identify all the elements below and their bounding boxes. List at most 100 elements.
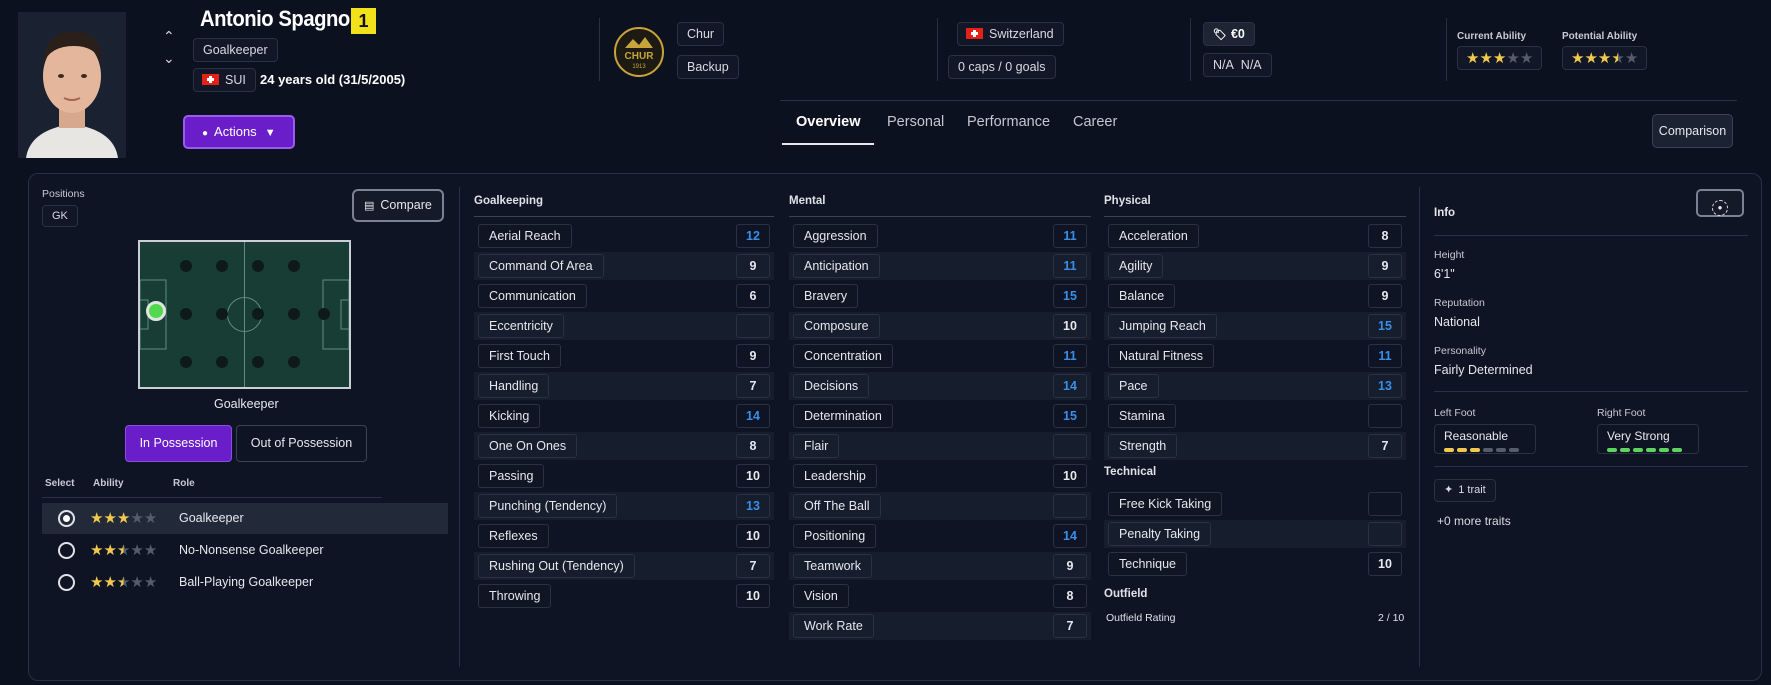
attribute-row[interactable]: Punching (Tendency) 13 xyxy=(474,492,774,520)
next-player-arrow[interactable]: ⌄ xyxy=(163,50,175,67)
foot-level-bar xyxy=(1509,448,1519,452)
attribute-row[interactable]: Anticipation 11 xyxy=(789,252,1091,280)
out-of-possession-toggle[interactable]: Out of Possession xyxy=(236,425,367,462)
attribute-row[interactable]: Balance 9 xyxy=(1104,282,1406,310)
attribute-row[interactable]: Flair xyxy=(789,432,1091,460)
attribute-name: Throwing xyxy=(478,584,552,608)
foot-level-bar xyxy=(1457,448,1467,452)
attribute-row[interactable]: Work Rate 7 xyxy=(789,612,1091,640)
attribute-value: 13 xyxy=(736,494,770,518)
traits-chip[interactable]: ✦ 1 trait xyxy=(1434,479,1496,502)
position-dot xyxy=(216,356,228,368)
player-name: Antonio Spagnoli xyxy=(200,6,361,31)
role-row[interactable]: ★★★★★ No-Nonsense Goalkeeper xyxy=(42,535,448,566)
role-radio[interactable] xyxy=(58,542,75,559)
attribute-row[interactable]: Reflexes 10 xyxy=(474,522,774,550)
column-divider xyxy=(1104,216,1406,217)
profile-icon-button[interactable]: ● xyxy=(1696,189,1744,217)
role-name: No-Nonsense Goalkeeper xyxy=(179,543,324,557)
attribute-row[interactable]: Command Of Area 9 xyxy=(474,252,774,280)
reputation-value: National xyxy=(1434,315,1480,329)
role-row[interactable]: ★★★★★ Ball-Playing Goalkeeper xyxy=(42,567,448,598)
position-dot xyxy=(252,308,264,320)
compare-button[interactable]: ▤ Compare xyxy=(352,189,444,222)
attribute-row[interactable]: Penalty Taking xyxy=(1104,520,1406,548)
attribute-value: 10 xyxy=(1053,314,1087,338)
actions-button[interactable]: ● Actions ▼ xyxy=(183,115,295,149)
role-radio[interactable] xyxy=(58,574,75,591)
outfield-title: Outfield xyxy=(1104,588,1148,600)
attribute-value: 10 xyxy=(1053,464,1087,488)
club-name-chip[interactable]: Chur xyxy=(677,22,725,46)
attribute-row[interactable]: Aggression 11 xyxy=(789,222,1091,250)
potential-ability-label: Potential Ability xyxy=(1562,31,1638,42)
goalkeeping-title: Goalkeeping xyxy=(474,195,544,207)
attribute-row[interactable]: Free Kick Taking xyxy=(1104,490,1406,518)
nation-chip[interactable]: Switzerland xyxy=(957,22,1064,46)
attribute-row[interactable]: Throwing 10 xyxy=(474,582,774,610)
attribute-name: Passing xyxy=(478,464,545,488)
attribute-row[interactable]: Natural Fitness 11 xyxy=(1104,342,1406,370)
attribute-name: Vision xyxy=(793,584,849,608)
attribute-value: 13 xyxy=(1368,374,1402,398)
attribute-row[interactable]: Determination 15 xyxy=(789,402,1091,430)
attribute-row[interactable]: Passing 10 xyxy=(474,462,774,490)
attribute-row[interactable]: Decisions 14 xyxy=(789,372,1091,400)
attribute-row[interactable]: Eccentricity xyxy=(474,312,774,340)
actions-label: Actions xyxy=(214,124,257,139)
attribute-row[interactable]: Leadership 10 xyxy=(789,462,1091,490)
attribute-value: 7 xyxy=(736,554,770,578)
mental-title: Mental xyxy=(789,195,826,207)
attribute-row[interactable]: Handling 7 xyxy=(474,372,774,400)
attribute-row[interactable]: Composure 10 xyxy=(789,312,1091,340)
player-value: €0 xyxy=(1230,27,1245,41)
attribute-row[interactable]: Positioning 14 xyxy=(789,522,1091,550)
attribute-row[interactable]: Kicking 14 xyxy=(474,402,774,430)
info-title: Info xyxy=(1434,207,1456,219)
role-radio[interactable] xyxy=(58,510,75,527)
role-row[interactable]: ★★★★★ Goalkeeper xyxy=(42,503,448,534)
attribute-row[interactable]: One On Ones 8 xyxy=(474,432,774,460)
attribute-row[interactable]: Agility 9 xyxy=(1104,252,1406,280)
attribute-name: Aerial Reach xyxy=(478,224,572,248)
wage-chip: N/A N/A xyxy=(1203,53,1272,77)
attribute-row[interactable]: Off The Ball xyxy=(789,492,1091,520)
attribute-row[interactable]: Vision 8 xyxy=(789,582,1091,610)
tab-career[interactable]: Career xyxy=(1073,114,1117,130)
in-possession-toggle[interactable]: In Possession xyxy=(125,425,232,462)
tab-performance[interactable]: Performance xyxy=(967,114,1050,130)
role-stars: ★★★★★ xyxy=(90,510,158,527)
attribute-row[interactable]: Jumping Reach 15 xyxy=(1104,312,1406,340)
attribute-row[interactable]: Aerial Reach 12 xyxy=(474,222,774,250)
tab-personal[interactable]: Personal xyxy=(887,114,944,130)
foot-level-bar xyxy=(1607,448,1617,452)
attribute-row[interactable]: First Touch 9 xyxy=(474,342,774,370)
outfield-rating-label: Outfield Rating xyxy=(1106,612,1176,624)
tab-overview[interactable]: Overview xyxy=(796,114,861,130)
foot-level-bar xyxy=(1470,448,1480,452)
attribute-row[interactable]: Strength 7 xyxy=(1104,432,1406,460)
attribute-row[interactable]: Teamwork 9 xyxy=(789,552,1091,580)
attribute-row[interactable]: Acceleration 8 xyxy=(1104,222,1406,250)
previous-player-arrow[interactable]: ⌃ xyxy=(163,28,175,45)
attribute-name: Bravery xyxy=(793,284,859,308)
foot-level-bar xyxy=(1672,448,1682,452)
attribute-row[interactable]: Concentration 11 xyxy=(789,342,1091,370)
user-icon: ● xyxy=(202,128,209,139)
position-pitch xyxy=(138,240,351,389)
role-name: Goalkeeper xyxy=(179,511,244,525)
attribute-row[interactable]: Communication 6 xyxy=(474,282,774,310)
attribute-row[interactable]: Bravery 15 xyxy=(789,282,1091,310)
attribute-row[interactable]: Stamina xyxy=(1104,402,1406,430)
attribute-name: Agility xyxy=(1108,254,1164,278)
attribute-row[interactable]: Pace 13 xyxy=(1104,372,1406,400)
info-divider xyxy=(1434,391,1748,392)
attribute-name: Acceleration xyxy=(1108,224,1199,248)
attribute-row[interactable]: Technique 10 xyxy=(1104,550,1406,578)
comparison-button[interactable]: Comparison xyxy=(1652,114,1733,148)
attribute-name: First Touch xyxy=(478,344,561,368)
more-traits-link[interactable]: +0 more traits xyxy=(1437,514,1511,528)
attribute-name: Kicking xyxy=(478,404,541,428)
attribute-row[interactable]: Rushing Out (Tendency) 7 xyxy=(474,552,774,580)
club-logo[interactable]: CHUR 1913 xyxy=(613,26,665,78)
